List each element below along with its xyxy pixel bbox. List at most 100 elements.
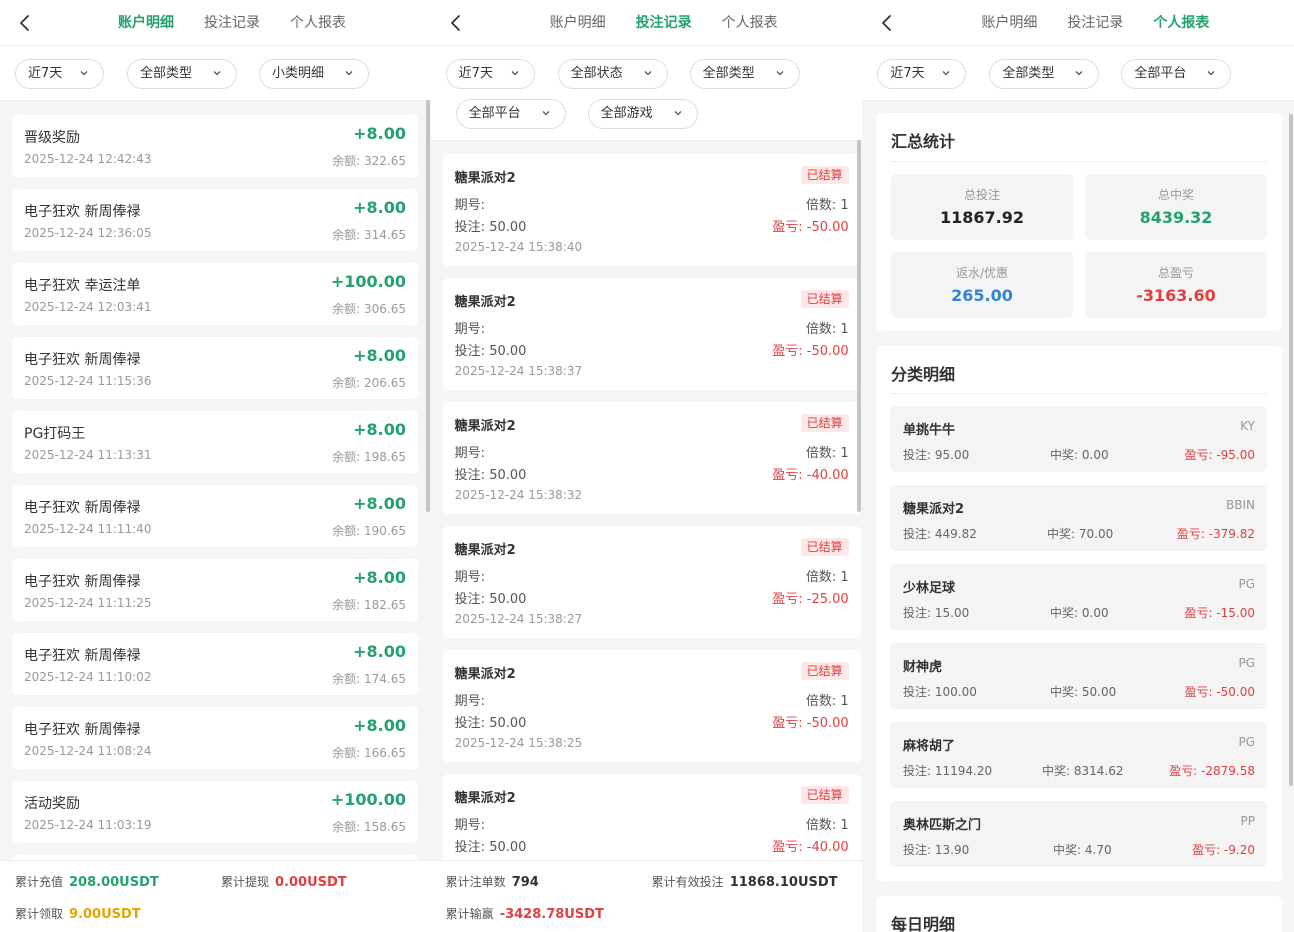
category-bet: 投注: 449.82 <box>903 527 977 541</box>
bet-game-name: 糖果派对2 <box>454 295 516 310</box>
filter-type[interactable]: 全部类型 <box>689 59 800 89</box>
bet-period: 期号: <box>454 694 486 709</box>
filter-subtype[interactable]: 小类明细 <box>259 59 369 89</box>
item-title: 晋级奖励 <box>24 130 80 146</box>
chevron-down-icon <box>671 106 685 120</box>
filter-platform-label: 全部平台 <box>468 106 521 121</box>
back-icon[interactable] <box>876 12 898 34</box>
list-item[interactable]: 电子狂欢 新周俸禄 2025-12-24 11:08:24 +8.00 余额: … <box>12 707 418 769</box>
total-win-loss: 累计输赢 -3428.78USDT <box>445 907 604 922</box>
divider <box>891 393 1267 394</box>
category-win: 中奖: 8314.62 <box>1042 764 1124 778</box>
category-platform: BBIN <box>1226 498 1255 512</box>
filter-platform[interactable]: 全部平台 <box>1121 59 1232 89</box>
filter-status-label: 全部状态 <box>570 66 623 81</box>
tab-personal-report[interactable]: 个人报表 <box>1138 0 1224 46</box>
category-pnl: 盈亏: -95.00 <box>1184 448 1255 462</box>
back-icon[interactable] <box>14 12 36 34</box>
bet-period: 期号: <box>454 818 486 833</box>
bet-pnl: 盈亏: -50.00 <box>772 344 849 359</box>
tab-bar: 账户明细 投注记录 个人报表 <box>103 0 361 46</box>
list-item[interactable]: 晋级奖励 2025-12-24 12:42:43 +8.00 余额: 322.6… <box>12 115 418 177</box>
bet-amount: 投注: 50.00 <box>454 468 527 483</box>
filter-game[interactable]: 全部游戏 <box>587 99 698 129</box>
category-item[interactable]: 麻将胡了 PG 投注: 11194.20 中奖: 8314.62 盈亏: -28… <box>890 722 1267 788</box>
filter-type[interactable]: 全部类型 <box>989 59 1100 89</box>
bet-card[interactable]: 糖果派对2 已结算 期号: 倍数: 1 投注: 50.00 盈亏: -50.00… <box>442 650 861 762</box>
chevron-down-icon <box>641 66 655 80</box>
category-item[interactable]: 奥林匹斯之门 PP 投注: 13.90 中奖: 4.70 盈亏: -9.20 <box>890 801 1267 867</box>
list-item[interactable]: 活动奖励 2025-12-24 11:03:19 +100.00 余额: 158… <box>12 781 418 843</box>
tab-account-detail[interactable]: 账户明细 <box>103 0 189 46</box>
bet-time: 2025-12-24 15:38:37 <box>454 364 583 378</box>
bet-time: 2025-12-24 15:38:27 <box>454 612 583 626</box>
bet-card[interactable]: 糖果派对2 已结算 期号: 倍数: 1 投注: 50.00 盈亏: -50.00… <box>442 278 861 390</box>
filter-platform-label: 全部平台 <box>1134 66 1187 81</box>
category-item[interactable]: 财神虎 PG 投注: 100.00 中奖: 50.00 盈亏: -50.00 <box>890 643 1267 709</box>
bet-multiple: 倍数: 1 <box>805 570 849 585</box>
scrollbar[interactable] <box>426 100 430 512</box>
list-item[interactable]: PG打码王 2025-12-24 11:13:31 +8.00 余额: 198.… <box>12 411 418 473</box>
tab-bet-records[interactable]: 投注记录 <box>621 0 707 46</box>
bet-card[interactable]: 糖果派对2 已结算 期号: 倍数: 1 投注: 50.00 盈亏: -50.00… <box>442 154 861 266</box>
scrollbar[interactable] <box>1289 114 1294 786</box>
back-icon[interactable] <box>445 12 467 34</box>
tab-personal-report[interactable]: 个人报表 <box>275 0 361 46</box>
item-title: 电子狂欢 幸运注单 <box>24 278 141 294</box>
filter-platform[interactable]: 全部平台 <box>455 99 566 129</box>
chevron-down-icon <box>539 106 553 120</box>
status-badge: 已结算 <box>800 662 849 680</box>
item-balance: 余额: 182.65 <box>332 598 406 612</box>
stat-rebate: 返水/优惠 265.00 <box>891 252 1073 318</box>
item-balance: 余额: 158.65 <box>332 820 406 834</box>
tab-personal-report[interactable]: 个人报表 <box>707 0 793 46</box>
list-item[interactable]: 电子狂欢 新周俸禄 2025-12-24 11:11:25 +8.00 余额: … <box>12 559 418 621</box>
totals-footer: 累计充值 208.00USDT 累计提现 0.00USDT 累计领取 9.00USDT <box>0 860 431 932</box>
tab-bet-records[interactable]: 投注记录 <box>1052 0 1138 46</box>
bet-card[interactable]: 糖果派对2 已结算 期号: 倍数: 1 投注: 50.00 盈亏: -40.00… <box>442 402 861 514</box>
category-win: 中奖: 70.00 <box>1047 527 1114 541</box>
category-name: 少林足球 <box>903 581 956 596</box>
bet-list[interactable]: 糖果派对2 已结算 期号: 倍数: 1 投注: 50.00 盈亏: -50.00… <box>431 142 863 860</box>
filter-type[interactable]: 全部类型 <box>127 59 237 89</box>
bet-card[interactable]: 糖果派对2 已结算 期号: 倍数: 1 投注: 50.00 盈亏: -40.00 <box>442 774 861 860</box>
category-item[interactable]: 少林足球 PG 投注: 15.00 中奖: 0.00 盈亏: -15.00 <box>890 564 1267 630</box>
list-item[interactable]: 电子狂欢 新周俸禄 2025-12-24 11:11:40 +8.00 余额: … <box>12 485 418 547</box>
filter-type-label: 全部类型 <box>702 66 755 81</box>
bet-multiple: 倍数: 1 <box>805 694 849 709</box>
item-amount: +8.00 <box>353 420 406 439</box>
tab-bet-records[interactable]: 投注记录 <box>189 0 275 46</box>
category-item[interactable]: 糖果派对2 BBIN 投注: 449.82 中奖: 70.00 盈亏: -379… <box>890 485 1267 551</box>
item-balance: 余额: 322.65 <box>332 154 406 168</box>
item-amount: +8.00 <box>353 346 406 365</box>
list-item[interactable]: 电子狂欢 新周俸禄 2025-12-24 11:15:36 +8.00 余额: … <box>12 337 418 399</box>
filter-status[interactable]: 全部状态 <box>557 59 668 89</box>
bet-period: 期号: <box>454 322 486 337</box>
list-item[interactable]: 电子狂欢 新周俸禄 2025-12-24 12:36:05 +8.00 余额: … <box>12 189 418 251</box>
summary-title: 汇总统计 <box>891 132 956 151</box>
filter-time-range[interactable]: 近7天 <box>445 59 535 89</box>
daily-section: 每日明细 <box>876 896 1282 932</box>
chevron-down-icon <box>77 66 91 80</box>
bet-game-name: 糖果派对2 <box>454 419 516 434</box>
stat-value: 8439.32 <box>1139 208 1213 227</box>
bet-pnl: 盈亏: -50.00 <box>772 220 849 235</box>
scrollbar[interactable] <box>856 140 861 512</box>
filter-time-range[interactable]: 近7天 <box>15 59 104 89</box>
tab-bar: 账户明细 投注记录 个人报表 <box>535 0 793 46</box>
bet-card[interactable]: 糖果派对2 已结算 期号: 倍数: 1 投注: 50.00 盈亏: -25.00… <box>442 526 861 638</box>
panel-account-detail: 账户明细 投注记录 个人报表 近7天 全部类型 小类明细 晋级奖励 2025-1… <box>0 0 431 932</box>
tab-account-detail[interactable]: 账户明细 <box>966 0 1052 46</box>
filter-time-range[interactable]: 近7天 <box>877 59 967 89</box>
category-item[interactable]: 单挑牛牛 KY 投注: 95.00 中奖: 0.00 盈亏: -95.00 <box>890 406 1267 472</box>
stat-value: 265.00 <box>951 286 1013 305</box>
list-item[interactable]: 电子狂欢 新周俸禄 2025-12-24 11:10:02 +8.00 余额: … <box>12 633 418 695</box>
bet-amount: 投注: 50.00 <box>454 344 527 359</box>
item-balance: 余额: 166.65 <box>332 746 406 760</box>
item-amount: +8.00 <box>353 716 406 735</box>
category-bet: 投注: 11194.20 <box>903 764 993 778</box>
status-badge: 已结算 <box>800 786 849 804</box>
list-item[interactable]: 电子狂欢 幸运注单 2025-12-24 12:03:41 +100.00 余额… <box>12 263 418 325</box>
tab-account-detail[interactable]: 账户明细 <box>535 0 621 46</box>
ledger-list[interactable]: 晋级奖励 2025-12-24 12:42:43 +8.00 余额: 322.6… <box>0 102 431 860</box>
